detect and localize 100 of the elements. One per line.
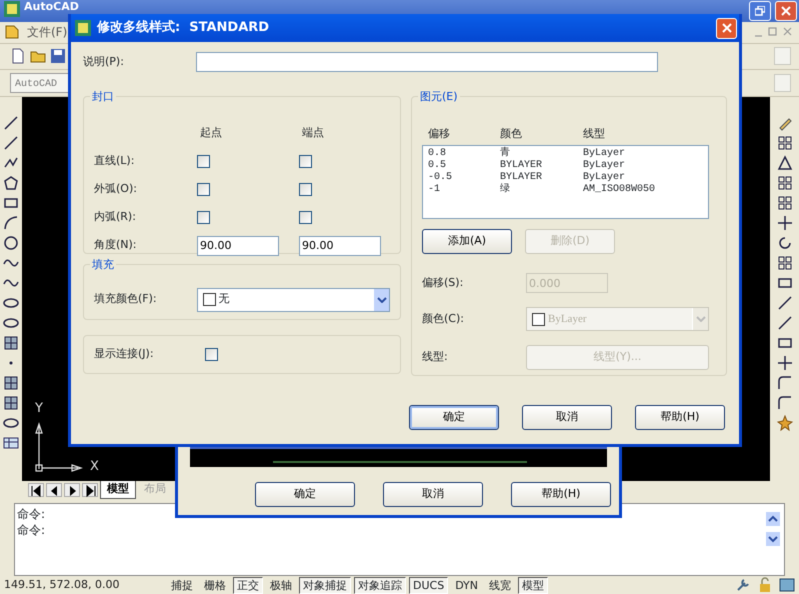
new-file-icon[interactable] [10, 48, 26, 64]
dialog-button[interactable]: 取消 [522, 405, 612, 430]
status-toggle[interactable]: 捕捉 [167, 576, 197, 594]
dialog-button[interactable]: 帮助(H) [511, 482, 611, 507]
field-label: 线型: [422, 349, 449, 366]
checkbox[interactable] [299, 211, 312, 224]
column-header: 颜色 [500, 126, 523, 142]
dialog-button[interactable]: 取消 [383, 482, 483, 507]
star-icon[interactable] [776, 415, 792, 432]
workspace-dropdown[interactable]: AutoCAD [10, 72, 70, 93]
status-toggle[interactable]: 对象捕捉 [299, 576, 351, 594]
nav-button[interactable] [82, 482, 98, 497]
nav-button[interactable] [46, 482, 62, 497]
checkbox[interactable] [197, 183, 210, 196]
axis-label: X [90, 460, 99, 474]
arc-icon[interactable] [3, 215, 19, 232]
close-icon [722, 23, 732, 33]
chevron-down-icon [696, 316, 706, 322]
column-header: 端点 [301, 125, 325, 142]
dialog-button[interactable]: 添加(A) [422, 229, 512, 254]
status-toggle[interactable]: DUCS [409, 576, 448, 594]
first-icon [29, 484, 43, 498]
list-cell-text: 青 [500, 148, 511, 160]
restore-button[interactable] [749, 1, 771, 21]
dialog-button[interactable]: 确定 [409, 405, 499, 430]
nav-button[interactable] [28, 482, 44, 497]
wrench-icon[interactable] [735, 577, 751, 594]
squares-icon[interactable] [776, 175, 792, 192]
dialog-button[interactable]: 帮助(H) [635, 405, 725, 430]
corner-icon[interactable] [776, 395, 792, 412]
scroll-down-icon[interactable] [766, 532, 780, 546]
field-label: 偏移(S): [422, 274, 464, 291]
list-cell-text: ByLayer [583, 160, 626, 172]
list-cell-text: BYLAYER [500, 172, 544, 183]
corner-icon[interactable] [776, 375, 792, 392]
window-title: AutoCAD [24, 1, 79, 13]
close-button[interactable] [716, 18, 737, 38]
field-label: 外弧(O): [94, 181, 137, 198]
triangle-icon[interactable] [776, 155, 792, 172]
status-toggle[interactable]: DYN [451, 576, 482, 594]
list-cell-text: 0.8 [428, 148, 448, 160]
dialog-title: 修改多线样式: STANDARD [97, 19, 270, 38]
checkbox[interactable] [299, 183, 312, 196]
layout-tab[interactable]: 模型 [100, 480, 136, 499]
column-header: 偏移 [428, 126, 451, 142]
status-toggle[interactable]: 对象追踪 [354, 576, 406, 594]
save-icon[interactable] [50, 48, 66, 64]
screen-icon[interactable] [779, 577, 795, 594]
field-label: 内弧(R): [94, 209, 136, 226]
command-line: 命令: [17, 506, 46, 522]
nav-button[interactable] [64, 482, 80, 497]
app-icon [4, 1, 20, 17]
command-line: 命令: [17, 522, 46, 538]
restore-icon [755, 6, 765, 16]
line-icon[interactable] [776, 295, 792, 312]
cross-icon[interactable] [776, 215, 792, 232]
app-icon [75, 20, 91, 36]
scroll-up-icon[interactable] [766, 512, 780, 526]
line-icon[interactable] [3, 115, 19, 132]
description-field[interactable] [196, 52, 658, 72]
circle-icon[interactable] [3, 235, 19, 252]
grid-icon[interactable] [3, 395, 19, 412]
checkbox[interactable] [299, 155, 312, 168]
column-header: 起点 [199, 125, 223, 142]
rotate-icon[interactable] [776, 235, 792, 252]
line-icon[interactable] [776, 315, 792, 332]
field-label: 角度(N): [94, 237, 137, 254]
fill-color-dropdown[interactable]: 无 [196, 288, 390, 312]
axis-label: Y [35, 402, 43, 416]
checkbox[interactable] [197, 211, 210, 224]
angle-field[interactable]: 90.00 [197, 236, 279, 256]
line-icon[interactable] [3, 135, 19, 152]
cross-icon[interactable] [776, 355, 792, 372]
status-toggle[interactable]: 栅格 [200, 576, 230, 594]
list-cell-text: AM_ISO08W050 [583, 184, 656, 196]
grid-icon[interactable] [3, 335, 19, 352]
status-toggle[interactable]: 线宽 [485, 576, 516, 594]
close-icon [781, 6, 791, 16]
status-toggle[interactable]: 正交 [233, 576, 263, 594]
status-toggle[interactable]: 极轴 [266, 576, 296, 594]
checkbox[interactable] [197, 155, 210, 168]
close-button[interactable] [775, 1, 797, 21]
lock-icon[interactable] [757, 577, 773, 594]
status-toggle[interactable]: 模型 [518, 576, 548, 594]
squares-icon[interactable] [776, 195, 792, 212]
document-icon [4, 24, 20, 40]
polygon-icon[interactable] [3, 175, 19, 192]
dialog-button[interactable]: 确定 [255, 482, 355, 507]
list-cell-text: 0.5 [428, 160, 448, 172]
squares-icon[interactable] [776, 135, 792, 152]
table-icon[interactable] [3, 435, 19, 452]
column-header: 线型 [583, 126, 606, 142]
coordinates-readout: 149.51, 572.08, 0.00 [4, 576, 120, 593]
field-label: 显示连接(J): [94, 346, 155, 362]
squares-icon[interactable] [776, 255, 792, 272]
angle-field[interactable]: 90.00 [299, 236, 381, 256]
grid-icon[interactable] [3, 375, 19, 392]
checkbox[interactable] [205, 348, 218, 361]
menu-item[interactable]: 文件(F) [24, 23, 70, 42]
element-list[interactable]: 0.8 青 ByLayer 0.5 BYLAYER ByLayer -0.5 BYLAYER ByLayer -1 绿 AM_ISO08W050 [422, 145, 709, 219]
